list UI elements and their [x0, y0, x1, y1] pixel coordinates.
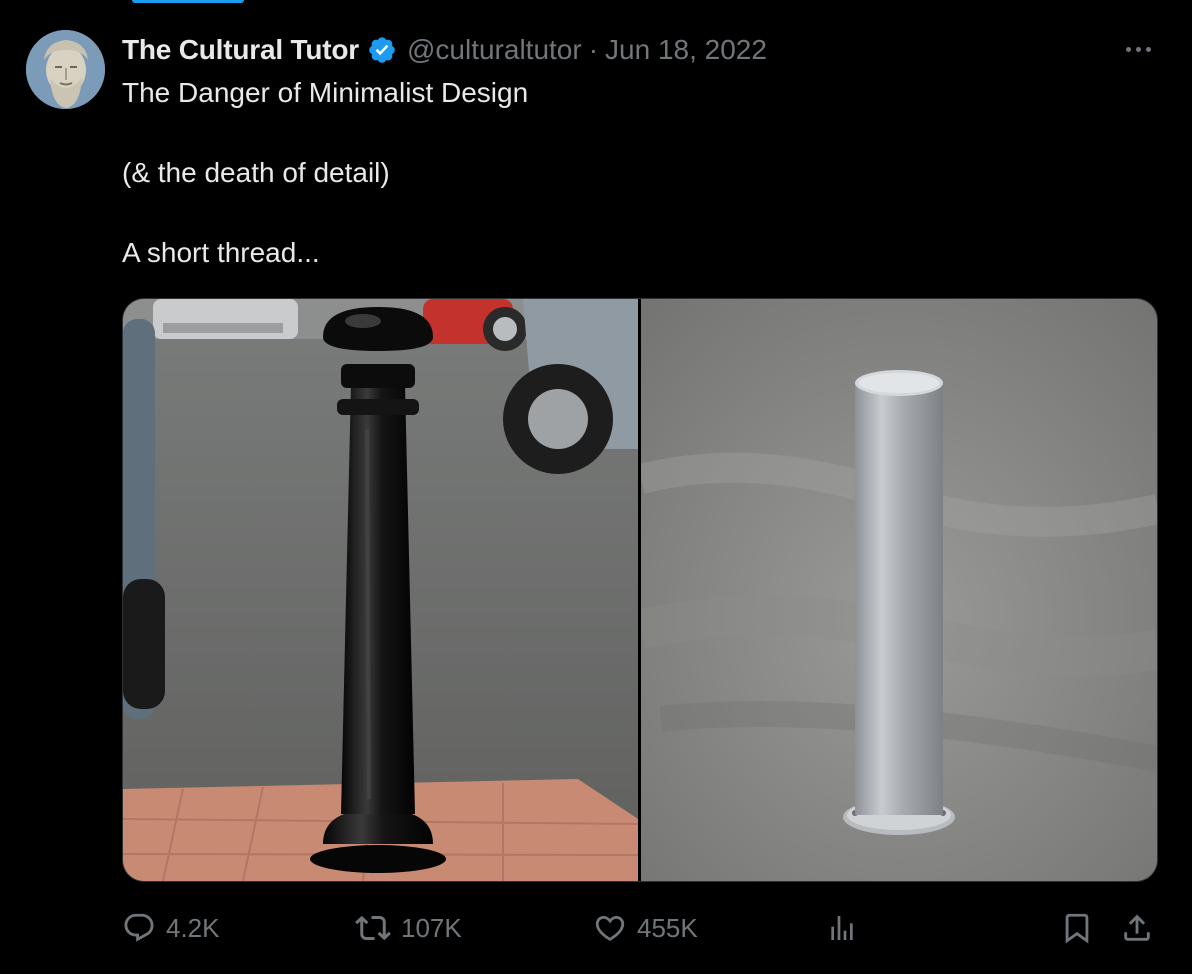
more-dot-icon	[1135, 46, 1141, 52]
media-photo-steel-bollard[interactable]	[640, 299, 1157, 881]
statue-avatar-image	[26, 30, 105, 109]
share-icon	[1124, 914, 1150, 941]
bookmark-button[interactable]	[1060, 906, 1094, 950]
tweet-media	[122, 298, 1158, 882]
ornate-black-bollard-photo-icon	[123, 299, 638, 881]
tweet-text: The Danger of Minimalist Design (& the d…	[122, 73, 528, 273]
tweet-text-blank-line	[122, 193, 528, 233]
more-options-button[interactable]	[1118, 34, 1158, 64]
author-handle[interactable]: @culturaltutor	[407, 34, 582, 66]
analytics-icon	[831, 916, 853, 940]
tweet-text-blank-line	[122, 113, 528, 153]
repost-count: 107K	[401, 912, 462, 943]
tweet-action-bar: 4.2K 107K 455K	[122, 906, 1162, 950]
tweet-text-line: (& the death of detail)	[122, 157, 390, 188]
bookmark-icon	[1065, 913, 1089, 944]
repost-button[interactable]: 107K	[355, 906, 462, 950]
tweet-date[interactable]: Jun 18, 2022	[605, 34, 767, 66]
view-analytics-button[interactable]	[826, 906, 858, 950]
verified-badge-icon	[369, 37, 395, 63]
reply-button[interactable]: 4.2K	[122, 906, 220, 950]
avatar[interactable]	[26, 30, 105, 109]
tweet-header: The Cultural Tutor @culturaltutor · Jun …	[122, 31, 767, 69]
tweet[interactable]: The Cultural Tutor @culturaltutor · Jun …	[0, 0, 1192, 974]
author-name[interactable]: The Cultural Tutor	[122, 34, 359, 66]
tweet-text-line: A short thread...	[122, 237, 320, 268]
tweet-text-line: The Danger of Minimalist Design	[122, 77, 529, 108]
reply-count: 4.2K	[166, 912, 220, 943]
reply-icon	[124, 913, 154, 942]
heart-icon	[595, 915, 625, 941]
like-button[interactable]: 455K	[593, 906, 698, 950]
more-dot-icon	[1145, 46, 1151, 52]
steel-cylinder-bollard-photo-icon	[640, 299, 1157, 881]
repost-icon	[355, 915, 391, 941]
like-count: 455K	[637, 912, 698, 943]
media-photo-ornate-bollard[interactable]	[123, 299, 638, 881]
more-dot-icon	[1125, 46, 1131, 52]
share-button[interactable]	[1120, 906, 1154, 950]
header-separator: ·	[588, 34, 599, 65]
